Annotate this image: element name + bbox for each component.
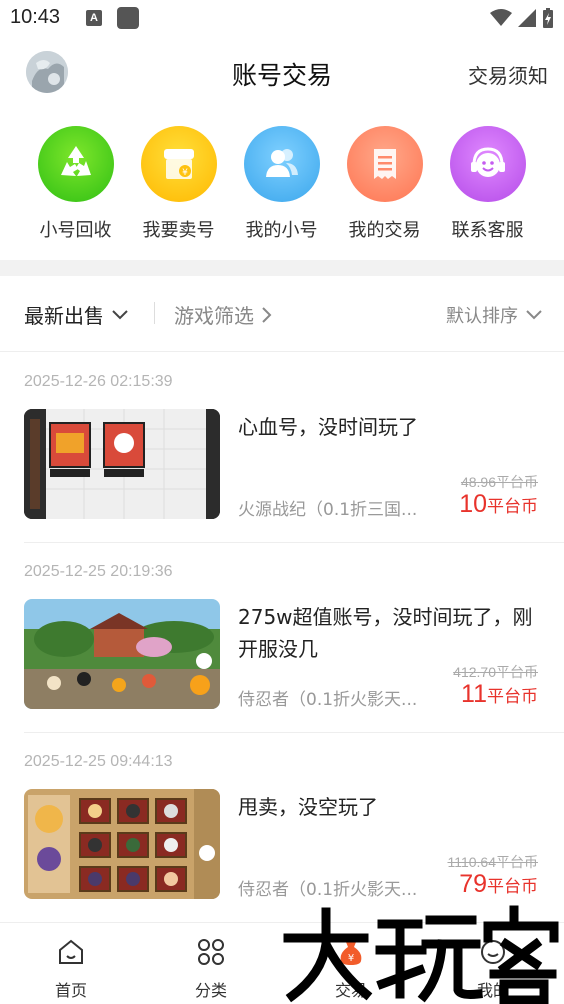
receipt-icon <box>346 126 423 202</box>
price-unit: 平台币 <box>487 877 538 896</box>
original-price: 1110.64平台币 <box>447 854 538 870</box>
action-support[interactable]: 联系客服 <box>436 110 539 260</box>
wifi-icon <box>490 9 512 26</box>
row-divider <box>24 542 564 543</box>
price-unit: 平台币 <box>487 497 538 516</box>
action-sell[interactable]: ¥ 我要卖号 <box>127 110 230 260</box>
status-icons <box>490 8 554 28</box>
status-time: 10:43 <box>10 6 61 28</box>
battery-icon <box>543 8 553 28</box>
action-my-accounts[interactable]: 我的小号 <box>230 110 333 260</box>
store-icon: ¥ <box>140 126 217 202</box>
chevron-right-icon <box>262 306 272 323</box>
listing-thumbnail <box>24 599 220 709</box>
listing-thumbnail <box>24 789 220 899</box>
users-icon <box>243 126 320 202</box>
app-header: 账号交易 交易须知 <box>0 38 564 110</box>
recycle-icon <box>37 126 114 202</box>
sale-price: 10平台币 <box>459 490 538 519</box>
listing-item[interactable]: 275w超值账号，没时间玩了，刚开服没几 412.70平台币 侍忍者（0.1折火… <box>0 599 564 710</box>
filter-bar: 最新出售 游戏筛选 默认排序 <box>0 276 564 352</box>
listing-thumbnail <box>24 409 220 519</box>
price-value: 11 <box>461 680 487 708</box>
game-name: 火源战纪（0.1折三国... <box>238 500 418 520</box>
action-label: 我的交易 <box>348 220 421 241</box>
quick-actions: 小号回收 ¥ 我要卖号 我的小号 我的交易 联系客服 <box>0 110 564 260</box>
latest-sale-filter[interactable]: 最新出售 <box>24 300 128 329</box>
original-price: 48.96平台币 <box>460 474 538 490</box>
listing-time: 2025-12-26 02:15:39 <box>24 373 173 390</box>
nav-label: 首页 <box>54 981 87 1000</box>
game-name: 侍忍者（0.1折火影天... <box>238 690 418 710</box>
price-unit: 平台币 <box>487 687 538 706</box>
game-name: 侍忍者（0.1折火影天... <box>238 880 418 900</box>
action-label: 小号回收 <box>39 220 112 241</box>
headset-icon <box>449 126 526 202</box>
game-filter[interactable]: 游戏筛选 <box>174 300 272 329</box>
listing-item[interactable]: 甩卖，没空玩了 1110.64平台币 侍忍者（0.1折火影天... 79平台币 <box>0 789 564 900</box>
sort-dropdown[interactable]: 默认排序 <box>446 302 542 328</box>
listing-title: 275w超值账号，没时间玩了，刚开服没几 <box>238 605 533 661</box>
home-icon <box>26 935 116 969</box>
svg-text:¥: ¥ <box>182 168 188 178</box>
filter-divider <box>154 302 155 324</box>
nav-home[interactable]: 首页 <box>26 923 116 1001</box>
original-price: 412.70平台币 <box>453 664 538 680</box>
chevron-down-icon <box>526 310 542 320</box>
action-label: 我要卖号 <box>142 220 215 241</box>
row-divider <box>24 732 564 733</box>
nav-label: 分类 <box>194 981 227 1000</box>
status-bar: 10:43 A <box>0 0 564 38</box>
trade-notice-link[interactable]: 交易须知 <box>468 60 548 89</box>
notification-a-icon: A <box>86 10 102 26</box>
chevron-down-icon <box>112 309 128 319</box>
nav-category[interactable]: 分类 <box>166 923 256 1001</box>
listing-title: 甩卖，没空玩了 <box>238 795 378 819</box>
listing-title: 心血号，没时间玩了 <box>238 415 418 439</box>
action-label: 联系客服 <box>451 220 524 241</box>
sale-price: 11平台币 <box>461 680 538 709</box>
watermark-logo <box>282 904 564 1004</box>
game-filter-label: 游戏筛选 <box>174 304 254 328</box>
action-recycle[interactable]: 小号回收 <box>24 110 127 260</box>
listing-time: 2025-12-25 20:19:36 <box>24 563 173 580</box>
listing-time: 2025-12-25 09:44:13 <box>24 753 173 770</box>
notification-app-icon <box>117 7 139 29</box>
listing-item[interactable]: 心血号，没时间玩了 48.96平台币 火源战纪（0.1折三国... 10平台币 <box>0 409 564 520</box>
sale-price: 79平台币 <box>459 870 538 899</box>
price-value: 79 <box>459 870 487 898</box>
price-value: 10 <box>459 490 487 518</box>
section-divider <box>0 260 564 276</box>
action-my-trades[interactable]: 我的交易 <box>333 110 436 260</box>
signal-icon <box>518 9 536 27</box>
grid-icon <box>166 935 256 969</box>
action-label: 我的小号 <box>245 220 318 241</box>
latest-sale-label: 最新出售 <box>24 304 104 328</box>
sort-label: 默认排序 <box>446 306 518 327</box>
